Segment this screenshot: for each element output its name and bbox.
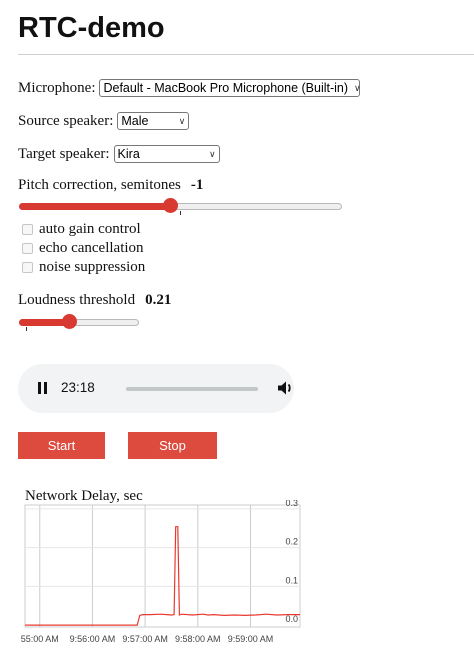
- target-speaker-label: Target speaker:: [18, 145, 110, 162]
- microphone-label: Microphone:: [18, 79, 96, 96]
- page-title: RTC-demo: [18, 12, 165, 44]
- x-tick-label: 9:59:00 AM: [228, 634, 274, 644]
- echo-cancellation-checkbox[interactable]: [22, 243, 33, 254]
- loudness-slider[interactable]: [19, 314, 139, 330]
- pitch-slider-fill: [19, 203, 171, 210]
- target-speaker-select-value: Kira: [117, 147, 140, 161]
- start-button[interactable]: Start: [18, 432, 105, 459]
- stop-button[interactable]: Stop: [128, 432, 217, 459]
- y-tick-label: 0.2: [285, 537, 298, 547]
- loudness-slider-tick: [26, 327, 27, 331]
- loudness-value: 0.21: [145, 292, 172, 308]
- source-speaker-select-value: Male: [121, 114, 149, 128]
- noise-suppression-label: noise suppression: [39, 259, 146, 275]
- source-speaker-select[interactable]: Male ∨: [117, 112, 190, 130]
- network-delay-chart: 55:00 AM 9:56:00 AM 9:57:00 AM 9:58:00 AM 9:…: [21, 500, 301, 644]
- auto-gain-checkbox[interactable]: [22, 224, 33, 235]
- x-tick-label: 9:58:00 AM: [175, 634, 221, 644]
- pause-icon[interactable]: [37, 382, 47, 394]
- y-tick-label: 0.0: [285, 614, 298, 624]
- source-speaker-row: Source speaker: Male ∨: [18, 112, 190, 130]
- microphone-select-value: Default - MacBook Pro Microphone (Built-…: [103, 81, 349, 95]
- loudness-slider-thumb[interactable]: [61, 314, 77, 329]
- pitch-slider-tick: [180, 211, 181, 215]
- loudness-row: Loudness threshold 0.21: [18, 292, 171, 309]
- auto-gain-label: auto gain control: [39, 221, 141, 237]
- y-tick-label: 0.3: [285, 500, 298, 508]
- pitch-label: Pitch correction, semitones: [18, 177, 181, 193]
- auto-gain-row: auto gain control: [22, 221, 141, 238]
- noise-suppression-row: noise suppression: [22, 259, 145, 276]
- x-tick-label: 9:56:00 AM: [70, 634, 116, 644]
- noise-suppression-checkbox[interactable]: [22, 262, 33, 273]
- plot-area: [24, 504, 301, 628]
- pitch-value: -1: [190, 177, 204, 193]
- volume-icon[interactable]: [277, 380, 295, 396]
- echo-cancellation-row: echo cancellation: [22, 240, 144, 257]
- loudness-label: Loudness threshold: [18, 292, 136, 308]
- target-speaker-select[interactable]: Kira ∨: [113, 145, 220, 163]
- x-tick-label: 55:00 AM: [21, 634, 59, 644]
- chevron-down-icon: ∨: [178, 115, 186, 126]
- source-speaker-label: Source speaker:: [18, 112, 114, 129]
- chevron-down-icon: ∨: [354, 82, 361, 93]
- microphone-row: Microphone: Default - MacBook Pro Microp…: [18, 79, 361, 97]
- echo-cancellation-label: echo cancellation: [39, 240, 144, 256]
- microphone-select[interactable]: Default - MacBook Pro Microphone (Built-…: [99, 79, 361, 97]
- target-speaker-row: Target speaker: Kira ∨: [18, 145, 220, 163]
- title-divider: [18, 54, 474, 55]
- audio-player: 23:18: [18, 364, 294, 413]
- player-time: 23:18: [61, 380, 95, 395]
- pitch-row: Pitch correction, semitones -1: [18, 177, 203, 194]
- pitch-slider-thumb[interactable]: [163, 198, 179, 213]
- player-progress-bar[interactable]: [126, 387, 258, 391]
- y-tick-label: 0.1: [285, 575, 298, 585]
- x-tick-label: 9:57:00 AM: [122, 634, 168, 644]
- chevron-down-icon: ∨: [208, 148, 216, 159]
